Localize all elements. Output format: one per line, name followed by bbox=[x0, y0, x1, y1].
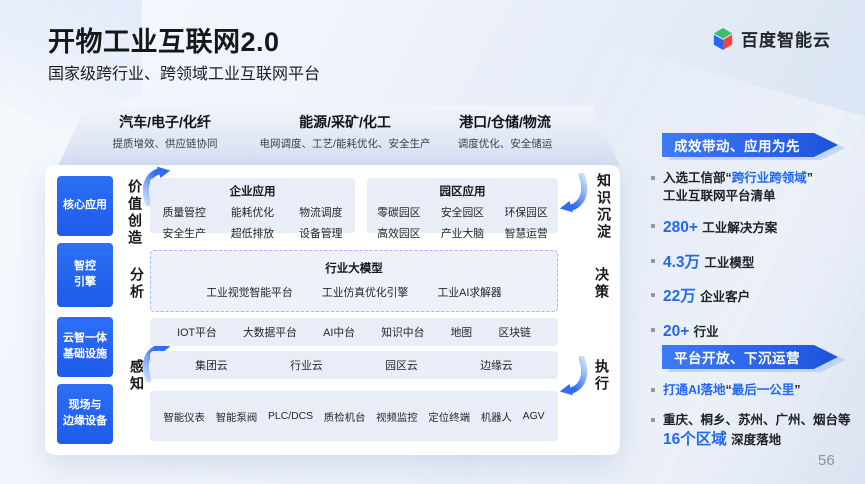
bullet-text: 打通AI落地“最后一公里” bbox=[663, 381, 801, 399]
industry-column: 能源/采矿/化工电网调度、工艺/能耗优化、安全生产 bbox=[260, 112, 431, 151]
app-item: 能耗优化 bbox=[218, 204, 286, 220]
app-item: 高效园区 bbox=[367, 225, 431, 241]
bullet-text: 280+ 工业解决方案 bbox=[663, 217, 777, 239]
industry-desc: 提质增效、供应链协同 bbox=[113, 136, 218, 151]
industry-name: 能源/采矿/化工 bbox=[260, 112, 431, 132]
app-item: 物流调度 bbox=[287, 204, 355, 220]
app-item: 安全园区 bbox=[431, 204, 495, 220]
industry-model-box: 行业大模型 工业视觉智能平台 工业仿真优化引擎 工业AI求解器 bbox=[150, 250, 558, 312]
industry-desc: 调度优化、安全储运 bbox=[458, 136, 553, 151]
model-item: 工业视觉智能平台 bbox=[206, 284, 292, 300]
down-arrow-icon bbox=[558, 173, 588, 213]
platform-item: 地图 bbox=[451, 324, 473, 340]
flow-label-execution: 执行 bbox=[592, 359, 612, 393]
park-apps-box: 园区应用 零碳园区安全园区环保园区高效园区产业大脑智慧运营 bbox=[367, 178, 558, 233]
device-row: 智能仪表智能泵阀 PLC/DCS 质检机台视频监控定位终端机器人 AGV bbox=[150, 391, 558, 441]
bullet-text: 20+ 行业 bbox=[663, 321, 719, 343]
industry-column: 港口/仓储/物流调度优化、安全储运 bbox=[458, 112, 553, 151]
bullet-dot-icon bbox=[651, 418, 655, 422]
down-arrow-icon bbox=[558, 356, 588, 396]
bullet-list-results: 入选工信部“跨行业跨领域” 工业互联网平台清单 280+ 工业解决方案 4.3万 工… bbox=[651, 169, 859, 343]
page-subtitle: 国家级跨行业、跨领域工业互联网平台 bbox=[48, 60, 320, 84]
industry-desc: 电网调度、工艺/能耗优化、安全生产 bbox=[260, 136, 431, 151]
cloud-item: 园区云 bbox=[385, 357, 417, 373]
bullet-dot-icon bbox=[651, 328, 655, 332]
model-item: 工业AI求解器 bbox=[438, 284, 502, 300]
platform-item: IOT平台 bbox=[177, 324, 217, 340]
park-apps-title: 园区应用 bbox=[367, 183, 558, 199]
flow-label-analysis: 分析 bbox=[127, 267, 147, 301]
bullet-dot-icon bbox=[651, 388, 655, 392]
bullet-item: 打通AI落地“最后一公里” bbox=[651, 381, 859, 399]
app-item: 安全生产 bbox=[150, 225, 218, 241]
layer-cloud-infrastructure: 云智一体 基础设施 bbox=[57, 317, 113, 377]
model-item: 工业仿真优化引擎 bbox=[322, 284, 408, 300]
bullet-text: 22万 企业客户 bbox=[663, 286, 750, 308]
device-item: 智能泵阀 bbox=[216, 409, 258, 424]
bullet-text: 4.3万 工业模型 bbox=[663, 252, 754, 274]
page-number: 56 bbox=[818, 452, 835, 469]
bullet-item: 重庆、桐乡、苏州、广州、烟台等 16个区域 深度落地 bbox=[651, 411, 859, 452]
cloud-item: 边缘云 bbox=[480, 357, 512, 373]
industry-column: 汽车/电子/化纤提质增效、供应链协同 bbox=[113, 112, 218, 151]
bullet-item: 4.3万 工业模型 bbox=[651, 252, 859, 274]
flow-label-decision: 决策 bbox=[592, 267, 612, 301]
bullet-item: 入选工信部“跨行业跨领域” 工业互联网平台清单 bbox=[651, 169, 859, 205]
device-item: 定位终端 bbox=[428, 409, 470, 424]
architecture-panel: 核心应用 智控 引擎 云智一体 基础设施 现场与 边缘设备 价值创造 分析 感知… bbox=[45, 165, 620, 455]
flow-label-knowledge: 知识沉淀 bbox=[594, 173, 614, 241]
device-item: 机器人 bbox=[481, 409, 512, 424]
platform-item: AI中台 bbox=[323, 324, 355, 340]
app-item: 产业大脑 bbox=[431, 225, 495, 241]
logo-text: 百度智能云 bbox=[741, 26, 831, 51]
app-item: 质量管控 bbox=[150, 204, 218, 220]
cloud-row: 集团云 行业云 园区云 边缘云 bbox=[150, 351, 558, 379]
device-item: PLC/DCS bbox=[268, 411, 313, 422]
app-item: 零碳园区 bbox=[367, 204, 431, 220]
app-item: 环保园区 bbox=[494, 204, 558, 220]
layer-core-applications: 核心应用 bbox=[57, 176, 113, 236]
enterprise-apps-title: 企业应用 bbox=[150, 183, 355, 199]
app-item: 智慧运营 bbox=[494, 225, 558, 241]
baidu-cloud-logo: 百度智能云 bbox=[712, 26, 831, 51]
bullet-text: 重庆、桐乡、苏州、广州、烟台等 16个区域 深度落地 bbox=[663, 411, 851, 452]
bullet-dot-icon bbox=[651, 293, 655, 297]
bullet-dot-icon bbox=[651, 259, 655, 263]
layer-intelligent-control-engine: 智控 引擎 bbox=[57, 243, 113, 307]
bullet-item: 22万 企业客户 bbox=[651, 286, 859, 308]
device-item: AGV bbox=[523, 411, 545, 422]
bullet-list-platform: 打通AI落地“最后一公里” 重庆、桐乡、苏州、广州、烟台等 16个区域 深度落地 bbox=[651, 381, 859, 452]
app-item: 超低排放 bbox=[218, 225, 286, 241]
bullet-item: 280+ 工业解决方案 bbox=[651, 217, 859, 239]
bullet-text: 入选工信部“跨行业跨领域” 工业互联网平台清单 bbox=[663, 169, 813, 205]
device-item: 智能仪表 bbox=[163, 409, 205, 424]
platform-item: 大数据平台 bbox=[243, 324, 297, 340]
platform-item: 知识中台 bbox=[381, 324, 424, 340]
platform-row: IOT平台 大数据平台 AI中台 知识中台 地图 区块链 bbox=[150, 318, 558, 346]
device-item: 视频监控 bbox=[376, 409, 418, 424]
bullet-item: 20+ 行业 bbox=[651, 321, 859, 343]
banner-results-first: 成效带动、应用为先 bbox=[662, 133, 838, 157]
bullet-dot-icon bbox=[651, 224, 655, 228]
page-title: 开物工业互联网2.0 bbox=[48, 20, 280, 59]
enterprise-apps-box: 企业应用 质量管控能耗优化物流调度安全生产超低排放设备管理 bbox=[150, 178, 355, 233]
banner-platform-open: 平台开放、下沉运营 bbox=[662, 345, 838, 369]
industry-name: 汽车/电子/化纤 bbox=[113, 112, 218, 132]
cloud-item: 集团云 bbox=[195, 357, 227, 373]
industry-name: 港口/仓储/物流 bbox=[458, 112, 553, 132]
slide: 开物工业互联网2.0 国家级跨行业、跨领域工业互联网平台 百度智能云 汽车/电子… bbox=[0, 0, 865, 484]
industry-model-items: 工业视觉智能平台 工业仿真优化引擎 工业AI求解器 bbox=[151, 284, 557, 300]
platform-item: 区块链 bbox=[498, 324, 530, 340]
baidu-cloud-cube-icon bbox=[712, 27, 734, 51]
cloud-item: 行业云 bbox=[290, 357, 322, 373]
app-item: 设备管理 bbox=[287, 225, 355, 241]
industry-model-title: 行业大模型 bbox=[151, 260, 557, 276]
park-apps-items: 零碳园区安全园区环保园区高效园区产业大脑智慧运营 bbox=[367, 204, 558, 241]
device-item: 质检机台 bbox=[324, 409, 366, 424]
bullet-dot-icon bbox=[651, 176, 655, 180]
industry-row: 汽车/电子/化纤提质增效、供应链协同 能源/采矿/化工电网调度、工艺/能耗优化、安… bbox=[58, 112, 620, 164]
layer-field-edge-devices: 现场与 边缘设备 bbox=[57, 384, 113, 444]
enterprise-apps-items: 质量管控能耗优化物流调度安全生产超低排放设备管理 bbox=[150, 204, 355, 241]
